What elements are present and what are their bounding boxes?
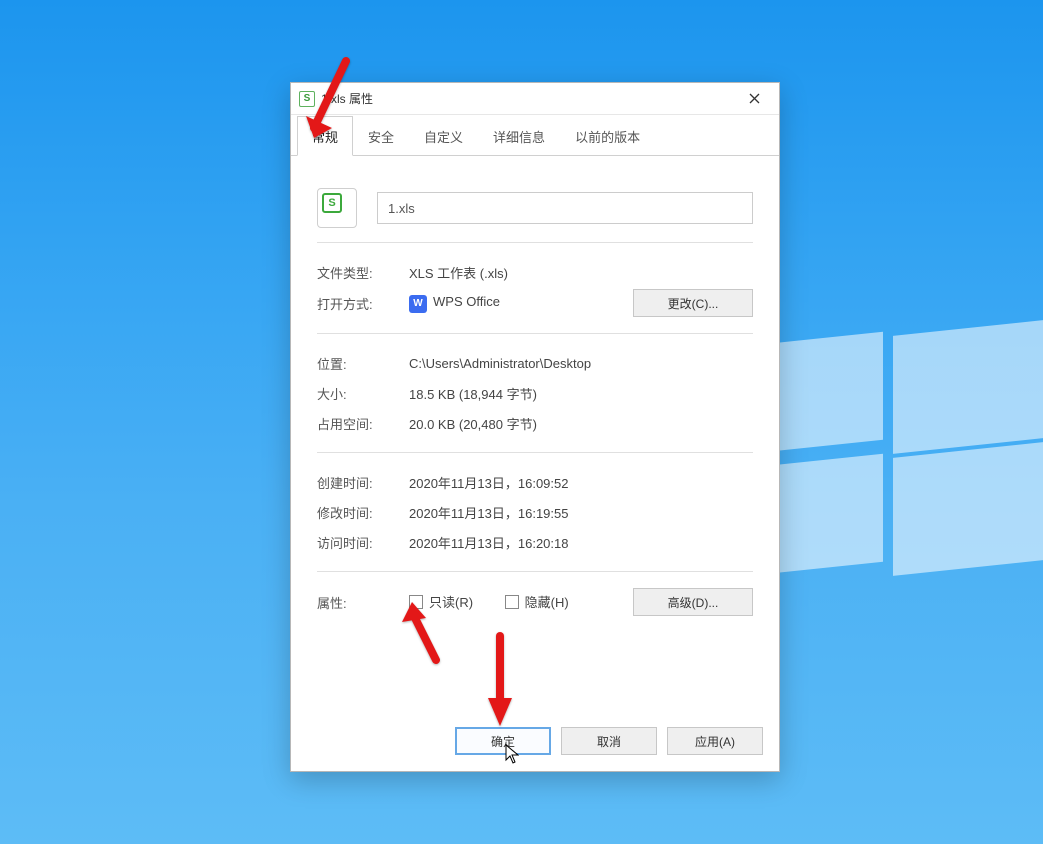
label-modified: 修改时间:: [317, 503, 409, 522]
file-icon-badge: S: [322, 193, 342, 213]
tab-previous[interactable]: 以前的版本: [560, 116, 655, 156]
checkbox-box-icon: [505, 595, 519, 609]
properties-dialog: 1.xls 属性 常规 安全 自定义 详细信息 以前的版本 S 文件类型: XL…: [290, 82, 780, 772]
tab-strip: 常规 安全 自定义 详细信息 以前的版本: [291, 115, 779, 156]
value-file-type: XLS 工作表 (.xls): [409, 263, 753, 282]
filename-input[interactable]: [377, 192, 753, 224]
value-created: 2020年11月13日，16:09:52: [409, 473, 753, 492]
attributes-group: 只读(R) 隐藏(H): [409, 592, 633, 612]
checkbox-readonly[interactable]: 只读(R): [409, 592, 473, 611]
checkbox-box-icon: [409, 595, 423, 609]
value-size: 18.5 KB (18,944 字节): [409, 384, 753, 403]
value-open-with: W WPS Office: [409, 294, 633, 313]
change-button[interactable]: 更改(C)...: [633, 289, 753, 317]
titlebar: 1.xls 属性: [291, 83, 779, 115]
value-location: C:\Users\Administrator\Desktop: [409, 356, 753, 371]
label-disk-size: 占用空间:: [317, 414, 409, 433]
label-file-type: 文件类型:: [317, 263, 409, 282]
file-type-icon: [299, 91, 315, 107]
label-location: 位置:: [317, 354, 409, 373]
file-icon: S: [317, 188, 357, 228]
apply-button[interactable]: 应用(A): [667, 727, 763, 755]
close-icon[interactable]: [733, 85, 775, 113]
advanced-button[interactable]: 高级(D)...: [633, 588, 753, 616]
windows-logo-watermark: [763, 338, 1043, 568]
checkbox-hidden-label: 隐藏(H): [525, 592, 569, 611]
value-modified: 2020年11月13日，16:19:55: [409, 503, 753, 522]
label-size: 大小:: [317, 384, 409, 403]
checkbox-hidden[interactable]: 隐藏(H): [505, 592, 569, 611]
value-accessed: 2020年11月13日，16:20:18: [409, 533, 753, 552]
label-attributes: 属性:: [317, 593, 409, 612]
tab-security[interactable]: 安全: [353, 116, 409, 156]
tab-custom[interactable]: 自定义: [409, 116, 478, 156]
tab-details[interactable]: 详细信息: [478, 116, 560, 156]
ok-button[interactable]: 确定: [455, 727, 551, 755]
tab-general[interactable]: 常规: [297, 116, 353, 156]
label-created: 创建时间:: [317, 473, 409, 492]
dialog-footer: 确定 取消 应用(A): [455, 727, 763, 755]
label-open-with: 打开方式:: [317, 294, 409, 313]
cancel-button[interactable]: 取消: [561, 727, 657, 755]
value-disk-size: 20.0 KB (20,480 字节): [409, 414, 753, 433]
window-title: 1.xls 属性: [321, 90, 733, 107]
wps-icon: W: [409, 295, 427, 313]
open-with-app: WPS Office: [433, 294, 500, 309]
checkbox-readonly-label: 只读(R): [429, 592, 473, 611]
label-accessed: 访问时间:: [317, 533, 409, 552]
